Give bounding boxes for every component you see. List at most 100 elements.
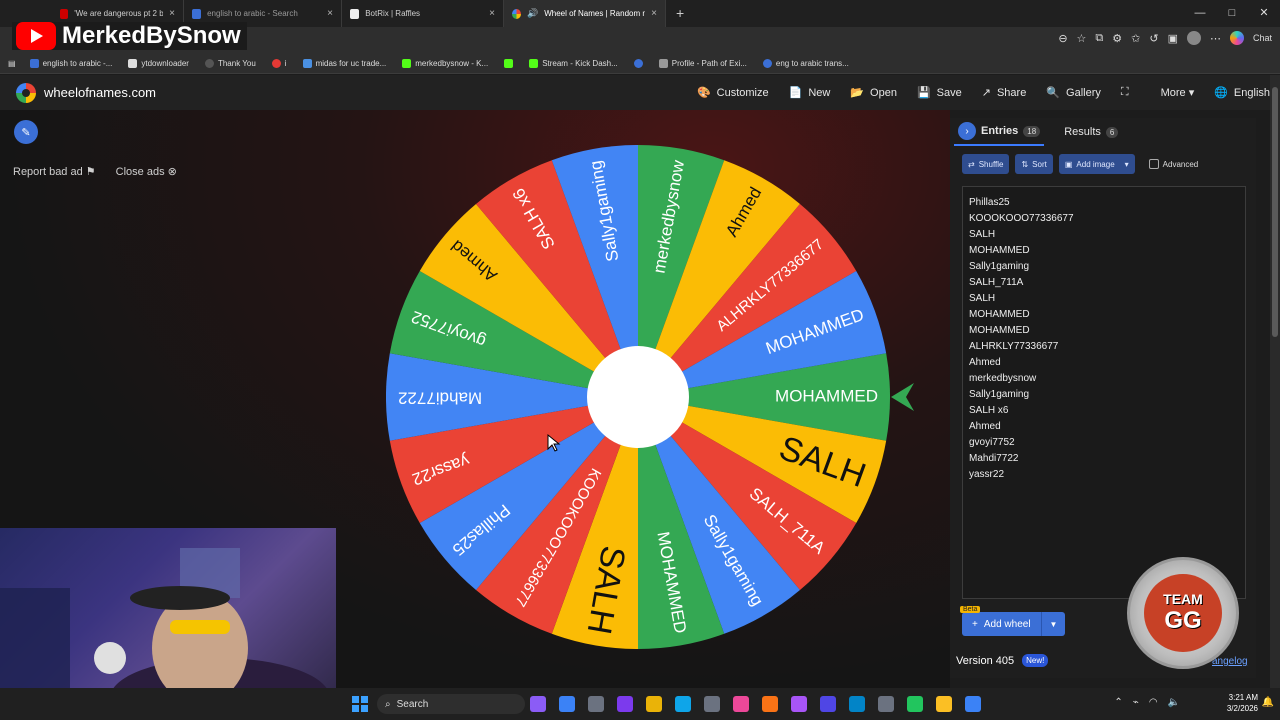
reader-icon[interactable]: ⊖ (1058, 32, 1067, 45)
taskbar-clock[interactable]: 3:21 AM 3/2/2026 (1227, 692, 1258, 714)
entry-line: Sally1gaming (969, 261, 1030, 272)
add-wheel-main[interactable]: + Add wheel (962, 612, 1042, 636)
split-screen-icon[interactable]: ⚙ (1112, 32, 1122, 45)
taskbar-app-icon[interactable] (675, 696, 691, 712)
entry-line: ALHRKLY77336677 (969, 341, 1059, 352)
windows-logo-icon (352, 696, 359, 703)
tab-results[interactable]: Results 6 (1060, 122, 1122, 142)
close-tab-icon[interactable]: × (327, 8, 333, 19)
maximize-button[interactable]: □ (1216, 0, 1248, 27)
taskbar-app-icon[interactable] (733, 696, 749, 712)
taskbar-app-icon[interactable] (646, 696, 662, 712)
share-icon: ↗ (981, 87, 991, 99)
bookmark-item[interactable]: i (266, 59, 293, 68)
bookmark-item[interactable]: eng to arabic trans... (757, 59, 855, 68)
close-window-button[interactable]: ✕ (1248, 0, 1280, 27)
bookmark-item[interactable] (628, 59, 649, 68)
collections-icon[interactable]: ▤ (8, 59, 16, 68)
menu-save[interactable]: 💾 Save (917, 86, 962, 100)
taskbar-app-icon[interactable] (617, 696, 633, 712)
scrollbar-thumb[interactable] (1272, 87, 1278, 337)
taskbar-app-icon[interactable] (559, 696, 575, 712)
browser-tab[interactable]: BotRix | Raffles × (342, 0, 504, 27)
menu-label: Save (936, 86, 962, 99)
close-ads-link[interactable]: Close ads ⊗ (116, 165, 177, 178)
advanced-label: Advanced (1162, 159, 1199, 169)
taskbar-app-icon[interactable] (965, 696, 981, 712)
entry-line: MOHAMMED (969, 325, 1030, 336)
menu-file[interactable]: 📄 New (789, 86, 831, 100)
speaker-icon: 🔊 (527, 8, 539, 18)
taskbar-search[interactable]: ⌕ Search (377, 694, 525, 714)
taskbar-app-icon[interactable] (878, 696, 894, 712)
chat-label[interactable]: Chat (1253, 33, 1272, 43)
add-wheel-dropdown[interactable]: ▼ (1042, 620, 1066, 629)
bookmark-item[interactable]: english to arabic -... (24, 59, 119, 68)
shuffle-button[interactable]: ⇄ Shuffle (962, 154, 1010, 174)
close-tab-icon[interactable]: × (169, 8, 175, 19)
favorite-star-icon[interactable]: ☆ (1077, 32, 1087, 45)
taskbar-app-icon[interactable] (530, 696, 546, 712)
changelog-link[interactable]: angelog (1212, 656, 1248, 667)
page-scrollbar[interactable] (1270, 75, 1280, 688)
profile-avatar[interactable] (1186, 31, 1201, 45)
network-icon[interactable]: ⌁ (1133, 697, 1139, 708)
entries-textarea[interactable]: Phillas25 KOOOKOOO77336677 SALH MOHAMMED Sal… (962, 186, 1246, 599)
menu-palette[interactable]: 🎨 Customize (697, 86, 769, 100)
taskbar-app-icon[interactable] (907, 696, 923, 712)
taskbar-app-icon[interactable] (820, 696, 836, 712)
close-tab-icon[interactable]: × (489, 8, 495, 19)
taskbar-app-icon[interactable] (936, 696, 952, 712)
panel-tabs: › Entries 18 Results 6 (950, 118, 1122, 146)
menu-share[interactable]: ↗ Share (981, 86, 1027, 100)
sort-button[interactable]: ⇅ Sort (1015, 154, 1053, 174)
extensions-icon[interactable]: ⧉ (1095, 32, 1103, 45)
history-icon[interactable]: ↺ (1149, 32, 1158, 45)
menu-dots-icon[interactable]: ⋯ (1210, 32, 1221, 45)
bookmark-item[interactable]: Stream - Kick Dash... (523, 59, 624, 68)
bookmark-item[interactable]: Profile - Path of Exi... (653, 59, 753, 68)
favorites-icon[interactable]: ✩ (1131, 32, 1140, 45)
collections-icon[interactable]: ▣ (1168, 32, 1178, 45)
copilot-icon[interactable] (1229, 31, 1244, 45)
browser-tab-active[interactable]: 🔊 Wheel of Names | Random na × (504, 0, 666, 27)
taskbar-app-icon[interactable] (704, 696, 720, 712)
bookmark-item[interactable]: merkedbysnow - K... (396, 59, 494, 68)
close-tab-icon[interactable]: × (651, 8, 657, 19)
report-ad-link[interactable]: Report bad ad ⚑ (13, 165, 96, 178)
menu-globe[interactable]: 🌐 English (1214, 86, 1270, 100)
wheel-center[interactable] (587, 346, 689, 448)
bookmark-item[interactable]: ytdownloader (122, 59, 195, 68)
name-wheel[interactable]: MOHAMMEDSALHSALH_711ASally1gamingMOHAMME… (386, 145, 916, 655)
wifi-icon[interactable]: ◠ (1149, 697, 1158, 708)
advanced-toggle[interactable]: Advanced (1148, 159, 1199, 169)
minimize-button[interactable]: — (1184, 0, 1216, 27)
site-logo[interactable]: wheelofnames.com (16, 82, 156, 103)
volume-icon[interactable]: 🔈 (1168, 697, 1180, 708)
menu-folder[interactable]: 📂 Open (850, 86, 897, 100)
new-tab-button[interactable]: + (666, 0, 694, 27)
fullscreen-icon: ⛶ (1120, 86, 1129, 98)
taskbar-app-icon[interactable] (849, 696, 865, 712)
start-button[interactable] (352, 696, 368, 712)
add-wheel-button[interactable]: + Add wheel ▼ (962, 612, 1066, 636)
advanced-checkbox[interactable] (1148, 159, 1159, 169)
add-image-button[interactable]: ▣ Add image ▾ (1058, 154, 1135, 174)
taskbar-app-icon[interactable] (762, 696, 778, 712)
menu-search[interactable]: 🔍 Gallery (1046, 86, 1101, 100)
menu-fullscreen[interactable]: ⛶ (1121, 86, 1135, 99)
bookmark-item[interactable]: midas for uc trade... (297, 59, 393, 68)
chevron-up-icon[interactable]: ⌃ (1114, 697, 1122, 708)
search-icon: ⌕ (385, 698, 391, 710)
collapse-chevron-icon[interactable]: › (958, 122, 976, 140)
notification-bell-icon[interactable]: 🔔 (1262, 697, 1274, 708)
edit-pencil-button[interactable]: ✎ (14, 120, 38, 144)
search-favicon-icon (192, 8, 202, 19)
bookmark-item[interactable]: Thank You (199, 59, 262, 68)
taskbar-app-icon[interactable] (791, 696, 807, 712)
tab-entries[interactable]: › Entries 18 (954, 118, 1045, 146)
taskbar-app-icon[interactable] (588, 696, 604, 712)
bookmark-item[interactable] (498, 59, 519, 68)
menu-more[interactable]: More ▾ (1155, 86, 1195, 99)
shuffle-icon: ⇄ (968, 159, 975, 169)
